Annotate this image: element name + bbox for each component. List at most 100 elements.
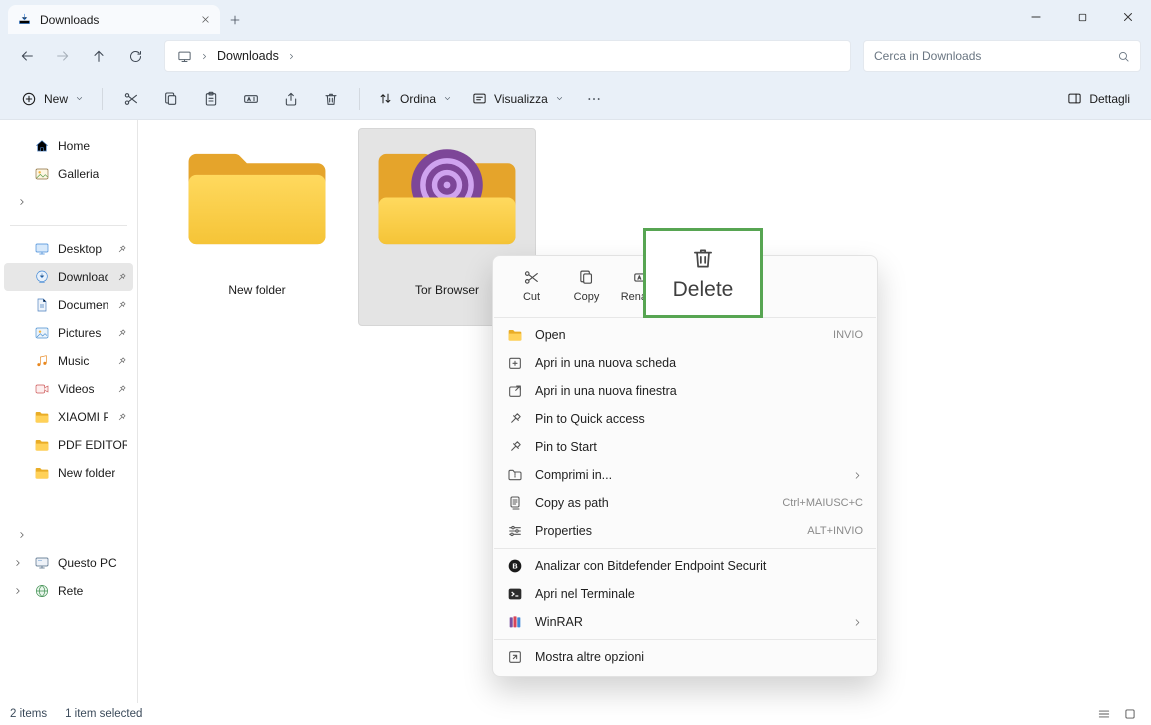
copy-path-icon: [507, 495, 523, 511]
chevron-right-icon: [200, 52, 209, 61]
sort-button[interactable]: Ordina: [369, 83, 461, 115]
menu-item-pin-quick-access[interactable]: Pin to Quick access: [493, 405, 877, 433]
sidebar-item-questo-pc[interactable]: Questo PC: [4, 549, 133, 577]
breadcrumb-item[interactable]: Downloads: [217, 49, 279, 63]
pin-icon: [116, 328, 127, 339]
desktop-icon: [34, 241, 50, 257]
winrar-icon: [507, 614, 523, 630]
close-button[interactable]: [1105, 0, 1151, 34]
menu-item-compress[interactable]: Comprimi in...: [493, 461, 877, 489]
forward-button[interactable]: [46, 40, 80, 72]
menu-item-show-more-options[interactable]: Mostra altre opzioni: [493, 643, 877, 671]
home-icon: [34, 138, 50, 154]
list-view-icon[interactable]: [1097, 707, 1111, 721]
sidebar-item-galleria[interactable]: Galleria: [4, 160, 133, 188]
view-button[interactable]: Visualizza: [463, 83, 573, 115]
new-plus-icon: [21, 91, 37, 107]
arrow-right-icon: [55, 48, 71, 64]
sidebar-item-downloads[interactable]: Downloads: [4, 263, 133, 291]
pin-icon: [116, 244, 127, 255]
new-button[interactable]: New: [12, 83, 93, 115]
delete-icon: [323, 91, 339, 107]
file-tile-new-folder[interactable]: New folder: [168, 128, 346, 326]
rename-button[interactable]: [232, 83, 270, 115]
menu-item-pin-start[interactable]: Pin to Start: [493, 433, 877, 461]
address-bar[interactable]: Downloads: [164, 40, 851, 72]
tab-downloads[interactable]: Downloads: [8, 5, 220, 34]
menu-item-open-new-tab[interactable]: Apri in una nuova scheda: [493, 349, 877, 377]
sidebar-item-rete[interactable]: Rete: [4, 577, 133, 605]
properties-icon: [507, 523, 523, 539]
sidebar-item-xiaomi-poco-f[interactable]: XIAOMI POCO F: [4, 403, 133, 431]
sidebar-item-new-folder[interactable]: New folder: [4, 459, 133, 487]
context-copy-button[interactable]: Copy: [560, 265, 613, 307]
pin-icon: [116, 356, 127, 367]
details-button[interactable]: Dettagli: [1058, 83, 1139, 115]
divider: [359, 88, 360, 110]
sidebar-item-music[interactable]: Music: [4, 347, 133, 375]
pin-icon: [116, 412, 127, 423]
menu-item-properties[interactable]: Properties ALT+INVIO: [493, 517, 877, 545]
share-button[interactable]: [272, 83, 310, 115]
details-pane-icon: [1067, 91, 1082, 106]
new-tab-button[interactable]: [220, 5, 250, 34]
chevron-right-icon: [287, 52, 296, 61]
up-button[interactable]: [82, 40, 116, 72]
pin-icon: [116, 272, 127, 283]
sidebar-item-desktop[interactable]: Desktop: [4, 235, 133, 263]
titlebar: Downloads: [0, 0, 1151, 34]
sidebar-item-videos[interactable]: Videos: [4, 375, 133, 403]
trash-icon: [690, 245, 716, 271]
menu-item-copy-as-path[interactable]: Copy as path Ctrl+MAIUSC+C: [493, 489, 877, 517]
documents-icon: [34, 297, 50, 313]
maximize-icon: [1076, 11, 1089, 24]
delete-annotation-label: Delete: [673, 278, 734, 302]
delete-button[interactable]: [312, 83, 350, 115]
sidebar-item-home[interactable]: Home: [4, 132, 133, 160]
sort-icon: [378, 91, 393, 106]
more-commands-button[interactable]: [575, 83, 613, 115]
menu-item-bitdefender-scan[interactable]: Analizar con Bitdefender Endpoint Securi…: [493, 552, 877, 580]
search-box[interactable]: [863, 40, 1141, 72]
menu-item-open[interactable]: Open INVIO: [493, 321, 877, 349]
menu-item-open-new-window[interactable]: Apri in una nuova finestra: [493, 377, 877, 405]
videos-icon: [34, 381, 50, 397]
delete-annotation[interactable]: Delete: [643, 228, 763, 318]
copy-button[interactable]: [152, 83, 190, 115]
arrow-left-icon: [19, 48, 35, 64]
context-menu: Cut Copy Rename Open INVIO Apri in una n…: [492, 255, 878, 677]
menu-item-winrar[interactable]: WinRAR: [493, 608, 877, 636]
folder-icon: [34, 465, 50, 481]
back-button[interactable]: [10, 40, 44, 72]
folder-icon: [34, 437, 50, 453]
large-icons-view-icon[interactable]: [1123, 707, 1137, 721]
new-tab-icon: [507, 355, 523, 371]
chevron-down-icon: [75, 94, 84, 103]
folder-icon: [182, 143, 332, 255]
paste-button[interactable]: [192, 83, 230, 115]
plus-icon: [229, 14, 241, 26]
search-input[interactable]: [874, 49, 1109, 63]
maximize-button[interactable]: [1059, 0, 1105, 34]
sidebar-item-documents[interactable]: Documents: [4, 291, 133, 319]
chevron-down-icon: [443, 94, 452, 103]
rename-icon: [243, 91, 259, 107]
paste-icon: [203, 91, 219, 107]
sidebar-expander[interactable]: [4, 521, 133, 549]
menu-item-open-terminal[interactable]: Apri nel Terminale: [493, 580, 877, 608]
sidebar-item-pdf-editor[interactable]: PDF EDITOR: [4, 431, 133, 459]
submenu-chevron-icon: [852, 470, 863, 481]
terminal-icon: [507, 586, 523, 602]
music-icon: [34, 353, 50, 369]
chevron-right-icon: [17, 530, 27, 540]
window-controls: [1013, 0, 1151, 34]
sidebar-expander[interactable]: [4, 188, 133, 216]
refresh-button[interactable]: [118, 40, 152, 72]
cut-button[interactable]: [112, 83, 150, 115]
tab-close-icon[interactable]: [200, 14, 211, 25]
search-icon: [1117, 50, 1130, 63]
sidebar-item-pictures[interactable]: Pictures: [4, 319, 133, 347]
context-cut-button[interactable]: Cut: [505, 265, 558, 307]
minimize-button[interactable]: [1013, 0, 1059, 34]
gallery-icon: [34, 166, 50, 182]
